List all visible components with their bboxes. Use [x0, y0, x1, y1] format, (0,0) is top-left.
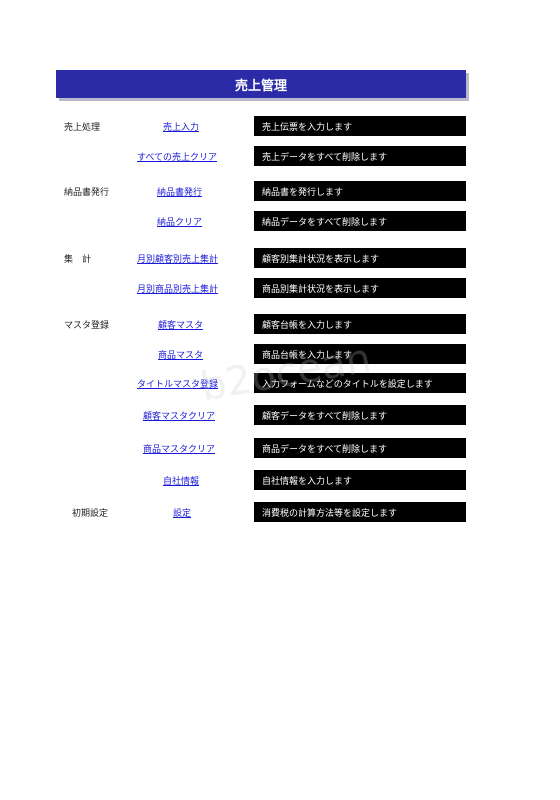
menu-row-customer-master: マスタ登録 顧客マスタ 顧客台帳を入力します [0, 314, 560, 334]
category-label: 売上処理 [64, 123, 101, 133]
clear-delivery-description: 納品データをすべて削除します [254, 211, 466, 231]
product-master-description: 商品台帳を入力します [254, 344, 466, 364]
product-master-link[interactable]: 商品マスタ [158, 348, 203, 361]
settings-link[interactable]: 設定 [173, 506, 191, 519]
clear-delivery-link[interactable]: 納品クリア [157, 215, 202, 228]
customer-master-description: 顧客台帳を入力します [254, 314, 466, 334]
page-title: 売上管理 [56, 70, 466, 98]
customer-master-link[interactable]: 顧客マスタ [158, 318, 203, 331]
monthly-customer-totals-link[interactable]: 月別顧客別売上集計 [137, 252, 218, 265]
menu-row-clear-delivery: 納品クリア 納品データをすべて削除します [0, 211, 560, 231]
category-label: マスタ登録 [64, 321, 110, 331]
menu-row-clear-customer-master: 顧客マスタクリア 顧客データをすべて削除します [0, 405, 560, 425]
menu-row-monthly-customer-totals: 集 計 月別顧客別売上集計 顧客別集計状況を表示します [0, 248, 560, 268]
category-label: 初期設定 [72, 509, 109, 519]
category-label: 集 計 [64, 255, 92, 265]
menu-row-monthly-product-totals: 月別商品別売上集計 商品別集計状況を表示します [0, 278, 560, 298]
page: 売上管理 売上処理 売上入力 売上伝票を入力します すべての売上クリア 売上デー… [0, 0, 560, 800]
clear-all-sales-link[interactable]: すべての売上クリア [137, 150, 217, 163]
settings-description: 消費税の計算方法等を設定します [254, 502, 466, 522]
sales-input-description: 売上伝票を入力します [254, 116, 466, 136]
menu-row-issue-delivery-slip: 納品書発行 納品書発行 納品書を発行します [0, 181, 560, 201]
sales-input-link[interactable]: 売上入力 [163, 120, 199, 133]
menu-row-product-master: 商品マスタ 商品台帳を入力します [0, 344, 560, 364]
monthly-product-totals-link[interactable]: 月別商品別売上集計 [137, 282, 218, 295]
issue-delivery-slip-link[interactable]: 納品書発行 [157, 185, 202, 198]
menu-row-title-master: タイトルマスタ登録 入力フォームなどのタイトルを設定します [0, 373, 560, 393]
monthly-customer-totals-description: 顧客別集計状況を表示します [254, 248, 466, 268]
title-master-description: 入力フォームなどのタイトルを設定します [254, 373, 466, 393]
company-info-description: 自社情報を入力します [254, 470, 466, 490]
menu-row-clear-product-master: 商品マスタクリア 商品データをすべて削除します [0, 438, 560, 458]
menu-row-sales-input: 売上処理 売上入力 売上伝票を入力します [0, 116, 560, 136]
company-info-link[interactable]: 自社情報 [163, 474, 199, 487]
menu-row-clear-all-sales: すべての売上クリア 売上データをすべて削除します [0, 146, 560, 166]
title-master-link[interactable]: タイトルマスタ登録 [137, 377, 218, 390]
monthly-product-totals-description: 商品別集計状況を表示します [254, 278, 466, 298]
clear-product-master-link[interactable]: 商品マスタクリア [143, 442, 215, 455]
category-label: 納品書発行 [64, 188, 110, 198]
issue-delivery-slip-description: 納品書を発行します [254, 181, 466, 201]
clear-customer-master-link[interactable]: 顧客マスタクリア [143, 409, 215, 422]
menu-row-settings: 初期設定 設定 消費税の計算方法等を設定します [0, 502, 560, 522]
menu-row-company-info: 自社情報 自社情報を入力します [0, 470, 560, 490]
clear-all-sales-description: 売上データをすべて削除します [254, 146, 466, 166]
clear-product-master-description: 商品データをすべて削除します [254, 438, 466, 458]
clear-customer-master-description: 顧客データをすべて削除します [254, 405, 466, 425]
